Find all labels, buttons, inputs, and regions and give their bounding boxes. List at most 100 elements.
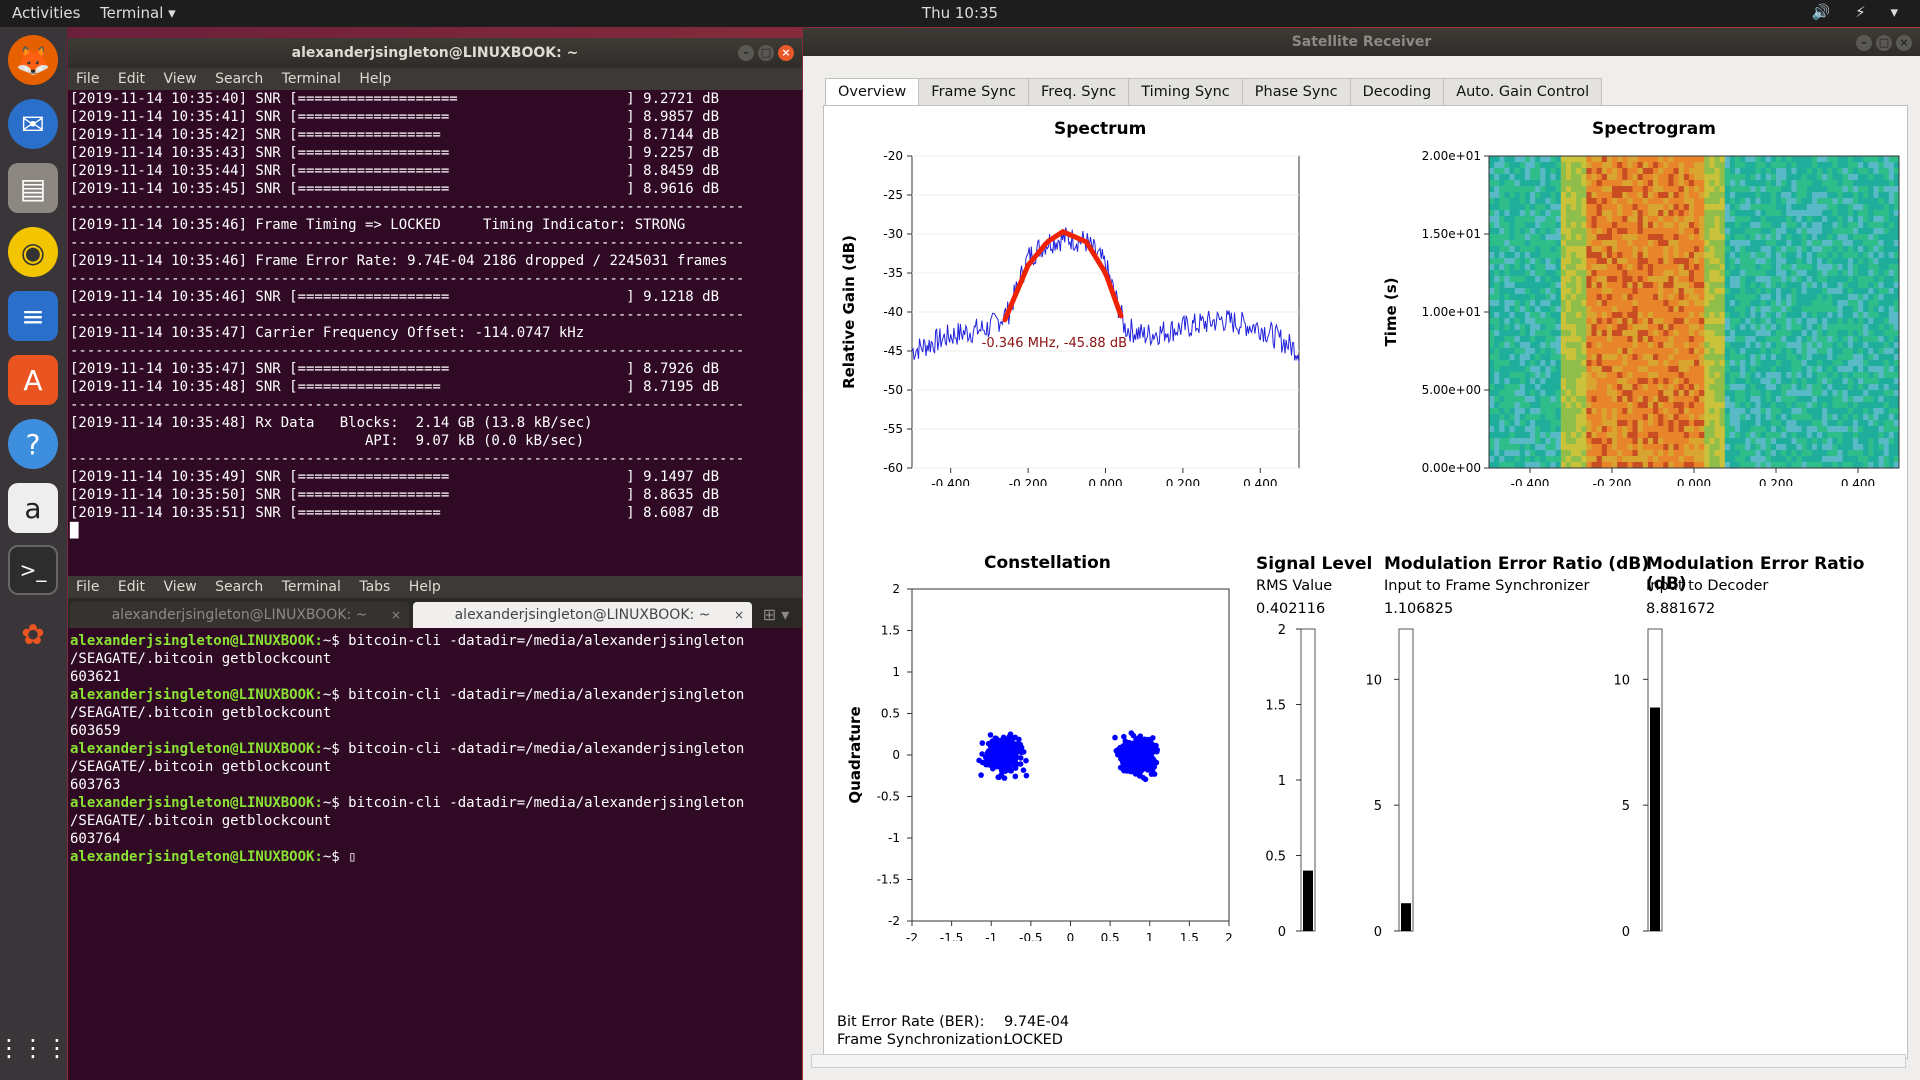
heatmap-cell: [1760, 348, 1767, 355]
heatmap-cell: [1658, 456, 1664, 463]
heatmap-cell: [1673, 198, 1680, 205]
menu-help[interactable]: Help: [359, 71, 391, 87]
thunderbird-icon[interactable]: ✉: [8, 99, 58, 149]
heatmap-cell: [1632, 432, 1639, 439]
heatmap-cell: [1688, 222, 1695, 229]
heatmap-cell: [1888, 288, 1895, 295]
close-tab-icon[interactable]: ×: [391, 602, 401, 628]
heatmap-cell: [1683, 306, 1690, 313]
files-icon[interactable]: ▤: [8, 163, 58, 213]
system-tray[interactable]: 🔊 ⚡ ▾: [1812, 3, 1908, 21]
heatmap-cell: [1878, 456, 1885, 463]
shell-cursor[interactable]: ▯: [348, 849, 356, 865]
tab-auto-gain-control[interactable]: Auto. Gain Control: [1443, 78, 1603, 106]
menu2-search[interactable]: Search: [215, 579, 263, 595]
heatmap-cell: [1852, 240, 1859, 247]
close-icon[interactable]: ×: [1896, 35, 1912, 51]
menu-edit[interactable]: Edit: [118, 71, 145, 87]
heatmap-cell: [1591, 420, 1598, 427]
app-menu[interactable]: Terminal ▾: [100, 4, 176, 22]
heatmap-cell: [1714, 348, 1721, 355]
heatmap-cell: [1776, 198, 1782, 205]
menu2-tabs[interactable]: Tabs: [359, 579, 390, 595]
heatmap-cell: [1668, 246, 1675, 253]
scatter-point: [1008, 754, 1015, 761]
heatmap-cell: [1842, 294, 1849, 301]
heatmap-cell: [1571, 366, 1577, 373]
minimize-icon[interactable]: –: [1856, 35, 1872, 51]
menu-terminal[interactable]: Terminal: [282, 71, 341, 87]
heatmap-cell: [1760, 210, 1767, 217]
heatmap-cell: [1668, 186, 1675, 193]
menu2-help[interactable]: Help: [409, 579, 441, 595]
heatmap-cell: [1888, 426, 1895, 433]
close-icon[interactable]: ×: [778, 45, 794, 61]
heatmap-cell: [1642, 318, 1649, 325]
heatmap-cell: [1560, 258, 1567, 265]
heatmap-cell: [1596, 234, 1603, 241]
constellation-chart[interactable]: 21.510.50-0.5-1-1.5-2-2 -1.5 -1 -0.5 0 0.5 1 1.…: [824, 581, 1244, 941]
tab-timing-sync[interactable]: Timing Sync: [1128, 78, 1243, 106]
tab-decoding[interactable]: Decoding: [1349, 78, 1445, 106]
menu2-edit[interactable]: Edit: [118, 579, 145, 595]
heatmap-cell: [1709, 456, 1716, 463]
heatmap-cell: [1847, 324, 1854, 331]
heatmap-cell: [1637, 168, 1644, 175]
heatmap-cell: [1514, 276, 1521, 283]
tab-overview[interactable]: Overview: [825, 78, 920, 106]
heatmap-cell: [1550, 300, 1557, 307]
heatmap-cell: [1627, 186, 1634, 193]
heatmap-cell: [1581, 426, 1587, 433]
spectrogram-chart[interactable]: 0.00e+005.00e+001.00e+011.50e+012.00e+01…: [1364, 146, 1904, 486]
apps-grid-icon[interactable]: ⋮⋮⋮: [0, 1023, 69, 1073]
heatmap-cell: [1555, 300, 1562, 307]
heatmap-cell: [1576, 324, 1582, 331]
amazon-icon[interactable]: a: [8, 483, 58, 533]
sat-titlebar[interactable]: Satellite Receiver – □ ×: [803, 28, 1920, 56]
menu2-view[interactable]: View: [163, 579, 196, 595]
menu-view[interactable]: View: [163, 71, 196, 87]
activities-button[interactable]: Activities: [12, 4, 80, 22]
heatmap-cell: [1781, 432, 1787, 439]
heatmap-cell: [1863, 270, 1869, 277]
heatmap-cell: [1745, 336, 1751, 343]
new-tab-icon[interactable]: ⊞ ▾: [756, 602, 796, 628]
menu-file[interactable]: File: [76, 71, 99, 87]
heatmap-cell: [1755, 186, 1762, 193]
spectrum-chart[interactable]: -20-25-30-35-40-45-50-55-60-0.400 -0.200 0…: [824, 146, 1344, 486]
heatmap-cell: [1765, 156, 1772, 163]
writer-icon[interactable]: ≡: [8, 291, 58, 341]
maximize-icon[interactable]: □: [1876, 35, 1892, 51]
heatmap-cell: [1811, 270, 1818, 277]
firefox-icon[interactable]: 🦊: [8, 35, 58, 85]
menu2-file[interactable]: File: [76, 579, 99, 595]
terminal-tab-1[interactable]: alexanderjsingleton@LINUXBOOK: ~ ×: [70, 602, 409, 628]
heatmap-cell: [1796, 276, 1803, 283]
menu2-terminal[interactable]: Terminal: [282, 579, 341, 595]
maximize-icon[interactable]: □: [758, 45, 774, 61]
terminal-icon[interactable]: >_: [8, 545, 58, 595]
heatmap-cell: [1811, 348, 1818, 355]
heatmap-cell: [1596, 396, 1603, 403]
terminal-tab-2[interactable]: alexanderjsingleton@LINUXBOOK: ~ ×: [413, 602, 752, 628]
heatmap-cell: [1724, 420, 1731, 427]
close-tab-icon[interactable]: ×: [734, 602, 744, 628]
help-icon[interactable]: ?: [8, 419, 58, 469]
terminal-shell[interactable]: alexanderjsingleton@LINUXBOOK:~$ bitcoin…: [68, 628, 802, 866]
terminal-log[interactable]: [2019-11-14 10:35:40] SNR [=============…: [68, 90, 802, 576]
x-tick-label: 0.400: [1841, 477, 1875, 486]
heatmap-cell: [1832, 180, 1839, 187]
menu-search[interactable]: Search: [215, 71, 263, 87]
heatmap-cell: [1524, 336, 1531, 343]
shotwell-icon[interactable]: ✿: [8, 609, 58, 659]
terminal-titlebar[interactable]: alexanderjsingleton@LINUXBOOK: ~ – □ ×: [68, 38, 802, 68]
rhythmbox-icon[interactable]: ◉: [8, 227, 58, 277]
heatmap-cell: [1581, 156, 1587, 163]
tab-frame-sync[interactable]: Frame Sync: [918, 78, 1030, 106]
software-icon[interactable]: A: [8, 355, 58, 405]
minimize-icon[interactable]: –: [738, 45, 754, 61]
tab-freq-sync[interactable]: Freq. Sync: [1028, 78, 1130, 106]
clock[interactable]: Thu 10:35: [0, 4, 1920, 22]
tab-phase-sync[interactable]: Phase Sync: [1241, 78, 1351, 106]
heatmap-cell: [1622, 270, 1628, 277]
